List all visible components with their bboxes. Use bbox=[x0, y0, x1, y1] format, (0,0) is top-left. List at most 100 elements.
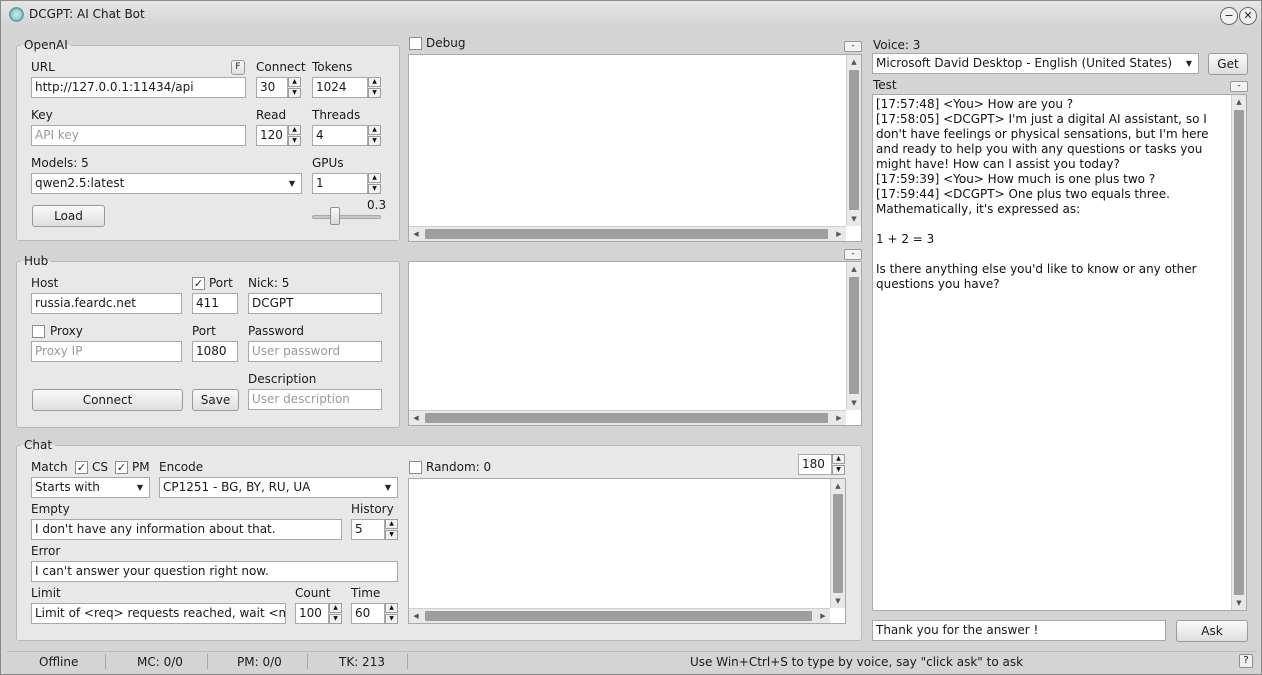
scroll-thumb[interactable] bbox=[425, 413, 828, 423]
scroll-thumb[interactable] bbox=[425, 611, 812, 621]
scroll-thumb[interactable] bbox=[849, 277, 859, 394]
scroll-right-icon[interactable]: ▶ bbox=[832, 227, 846, 241]
load-button[interactable]: Load bbox=[32, 205, 105, 227]
scroll-thumb[interactable] bbox=[425, 229, 828, 239]
password-input[interactable]: User password bbox=[248, 341, 382, 362]
ask-button[interactable]: Ask bbox=[1176, 620, 1248, 642]
scroll-down-icon[interactable]: ▼ bbox=[847, 396, 861, 410]
spin-down-icon[interactable]: ▼ bbox=[368, 136, 381, 146]
scroll-left-icon[interactable]: ◀ bbox=[409, 227, 423, 241]
debug-checkbox[interactable] bbox=[409, 37, 422, 50]
scroll-up-icon[interactable]: ▲ bbox=[847, 55, 861, 69]
vertical-scrollbar[interactable]: ▲ ▼ bbox=[846, 55, 861, 226]
encode-select[interactable]: CP1251 - BG, BY, RU, UA ▼ bbox=[159, 477, 398, 498]
minimize-button[interactable]: − bbox=[1220, 7, 1238, 25]
read-timeout-input[interactable]: 120 bbox=[256, 125, 288, 146]
hub-log-area[interactable]: ▲ ▼ ◀ ▶ bbox=[408, 261, 862, 426]
time-input[interactable]: 60 bbox=[351, 603, 385, 624]
scroll-right-icon[interactable]: ▶ bbox=[816, 609, 830, 623]
time-stepper[interactable]: ▲ ▼ bbox=[385, 603, 398, 624]
threads-stepper[interactable]: ▲ ▼ bbox=[368, 125, 381, 146]
count-stepper[interactable]: ▲ ▼ bbox=[329, 603, 342, 624]
url-input[interactable]: http://127.0.0.1:11434/api bbox=[31, 77, 246, 98]
scroll-down-icon[interactable]: ▼ bbox=[831, 594, 845, 608]
vertical-scrollbar[interactable]: ▲ ▼ bbox=[830, 479, 845, 608]
spin-up-icon[interactable]: ▲ bbox=[385, 603, 398, 613]
connect-timeout-stepper[interactable]: ▲ ▼ bbox=[288, 77, 301, 98]
voice-select[interactable]: Microsoft David Desktop - English (Unite… bbox=[872, 53, 1199, 74]
spin-down-icon[interactable]: ▼ bbox=[832, 465, 845, 475]
scroll-thumb[interactable] bbox=[849, 70, 859, 210]
limit-reply-input[interactable]: Limit of <req> requests reached, wait <m… bbox=[31, 603, 286, 624]
spin-up-icon[interactable]: ▲ bbox=[368, 173, 381, 183]
history-input[interactable]: 5 bbox=[351, 519, 385, 540]
spin-down-icon[interactable]: ▼ bbox=[288, 136, 301, 146]
spin-down-icon[interactable]: ▼ bbox=[385, 614, 398, 624]
scroll-up-icon[interactable]: ▲ bbox=[847, 262, 861, 276]
error-reply-input[interactable]: I can't answer your question right now. bbox=[31, 561, 398, 582]
spin-up-icon[interactable]: ▲ bbox=[368, 77, 381, 87]
nick-input[interactable]: DCGPT bbox=[248, 293, 382, 314]
port-checkbox[interactable]: ✓ bbox=[192, 277, 205, 290]
count-input[interactable]: 100 bbox=[295, 603, 329, 624]
get-voices-button[interactable]: Get bbox=[1208, 53, 1248, 75]
horizontal-scrollbar[interactable]: ◀ ▶ bbox=[409, 608, 830, 623]
scroll-left-icon[interactable]: ◀ bbox=[409, 411, 423, 425]
spin-up-icon[interactable]: ▲ bbox=[288, 77, 301, 87]
host-input[interactable]: russia.feardc.net bbox=[31, 293, 182, 314]
chevron-down-icon[interactable]: ▼ bbox=[283, 174, 301, 193]
chevron-down-icon[interactable]: ▼ bbox=[379, 478, 397, 497]
spin-up-icon[interactable]: ▲ bbox=[832, 454, 845, 464]
spin-up-icon[interactable]: ▲ bbox=[288, 125, 301, 135]
f-button[interactable]: F bbox=[231, 60, 245, 75]
scroll-thumb[interactable] bbox=[1234, 110, 1244, 595]
connect-timeout-input[interactable]: 30 bbox=[256, 77, 288, 98]
temperature-slider-track[interactable] bbox=[312, 215, 381, 219]
spin-up-icon[interactable]: ▲ bbox=[329, 603, 342, 613]
chevron-down-icon[interactable]: ▼ bbox=[131, 478, 149, 497]
vertical-scrollbar[interactable]: ▲ ▼ bbox=[1231, 95, 1246, 610]
scroll-up-icon[interactable]: ▲ bbox=[1232, 95, 1246, 109]
spin-down-icon[interactable]: ▼ bbox=[368, 184, 381, 194]
test-chat-log[interactable]: [17:57:48] <You> How are you ? [17:58:05… bbox=[872, 94, 1247, 611]
debug-log-area[interactable]: ▲ ▼ ◀ ▶ bbox=[408, 54, 862, 242]
threads-input[interactable]: 4 bbox=[312, 125, 368, 146]
scroll-down-icon[interactable]: ▼ bbox=[847, 212, 861, 226]
api-key-input[interactable]: API key bbox=[31, 125, 246, 146]
history-stepper[interactable]: ▲ ▼ bbox=[385, 519, 398, 540]
test-collapse-button[interactable]: - bbox=[1230, 81, 1248, 92]
gpus-stepper[interactable]: ▲ ▼ bbox=[368, 173, 381, 194]
spin-down-icon[interactable]: ▼ bbox=[288, 88, 301, 98]
vertical-scrollbar[interactable]: ▲ ▼ bbox=[846, 262, 861, 410]
port-input[interactable]: 411 bbox=[192, 293, 238, 314]
read-timeout-stepper[interactable]: ▲ ▼ bbox=[288, 125, 301, 146]
close-button[interactable]: ✕ bbox=[1239, 7, 1257, 25]
proxy-port-input[interactable]: 1080 bbox=[192, 341, 238, 362]
random-checkbox[interactable] bbox=[409, 461, 422, 474]
horizontal-scrollbar[interactable]: ◀ ▶ bbox=[409, 410, 846, 425]
gpus-input[interactable]: 1 bbox=[312, 173, 368, 194]
debug-collapse-button[interactable]: - bbox=[844, 41, 862, 52]
empty-reply-input[interactable]: I don't have any information about that. bbox=[31, 519, 342, 540]
model-select[interactable]: qwen2.5:latest ▼ bbox=[31, 173, 302, 194]
chat-log-area[interactable]: ▲ ▼ ◀ ▶ bbox=[408, 478, 846, 624]
temperature-slider-handle[interactable] bbox=[330, 207, 340, 225]
horizontal-scrollbar[interactable]: ◀ ▶ bbox=[409, 226, 846, 241]
spin-down-icon[interactable]: ▼ bbox=[329, 614, 342, 624]
scroll-right-icon[interactable]: ▶ bbox=[832, 411, 846, 425]
spin-down-icon[interactable]: ▼ bbox=[385, 530, 398, 540]
scroll-left-icon[interactable]: ◀ bbox=[409, 609, 423, 623]
proxy-ip-input[interactable]: Proxy IP bbox=[31, 341, 182, 362]
random-value-input[interactable]: 180 bbox=[798, 454, 832, 475]
hub-collapse-button[interactable]: - bbox=[844, 249, 862, 260]
spin-down-icon[interactable]: ▼ bbox=[368, 88, 381, 98]
tokens-input[interactable]: 1024 bbox=[312, 77, 368, 98]
tokens-stepper[interactable]: ▲ ▼ bbox=[368, 77, 381, 98]
help-button[interactable]: ? bbox=[1239, 654, 1253, 668]
chevron-down-icon[interactable]: ▼ bbox=[1180, 54, 1198, 73]
random-value-stepper[interactable]: ▲ ▼ bbox=[832, 454, 845, 475]
description-input[interactable]: User description bbox=[248, 389, 382, 410]
question-input[interactable]: Thank you for the answer ! bbox=[872, 620, 1166, 641]
scroll-thumb[interactable] bbox=[833, 494, 843, 593]
hub-connect-button[interactable]: Connect bbox=[32, 389, 183, 411]
